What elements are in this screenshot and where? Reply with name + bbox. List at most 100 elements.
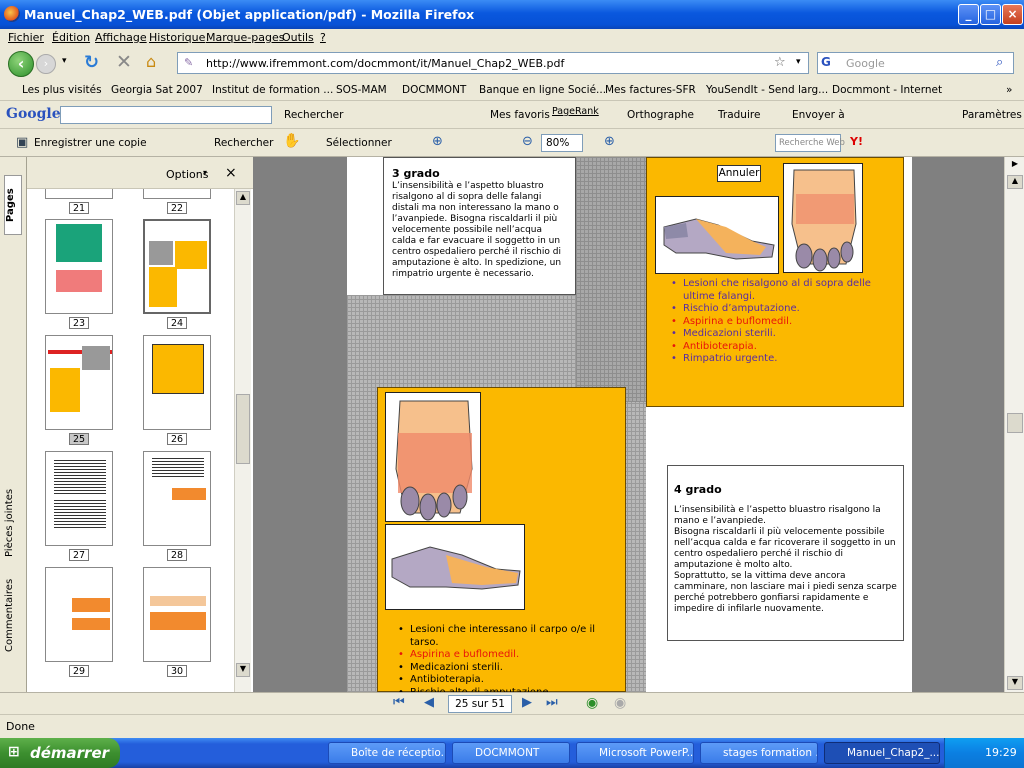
page-thumbnail[interactable]	[45, 335, 113, 430]
zoom-out-icon[interactable]: ⊖	[522, 134, 533, 149]
options-dropdown-icon[interactable]: ▾	[203, 168, 207, 177]
spelling-button[interactable]: Orthographe	[627, 109, 694, 121]
bookmark-item[interactable]: Institut de formation ...	[212, 84, 333, 96]
url-dropdown-icon[interactable]: ▾	[796, 57, 801, 67]
bookmark-item[interactable]: Georgia Sat 2007	[111, 84, 203, 96]
search-icon[interactable]: ⌕	[996, 55, 1003, 70]
bookmark-item[interactable]: Mes factures-SFR	[605, 84, 696, 96]
next-page-icon[interactable]: ▶	[522, 695, 532, 710]
search-box[interactable]: G Google ⌕	[817, 52, 1014, 74]
stop-icon[interactable]: ✕	[116, 51, 132, 73]
scrollbar-thumb[interactable]	[236, 394, 250, 464]
menu-affichage[interactable]: Affichage	[95, 31, 147, 44]
home-icon[interactable]: ⌂	[146, 52, 156, 71]
url-bar[interactable]: ✎ http://www.ifremmont.com/docmmont/it/M…	[177, 52, 809, 74]
bookmark-item[interactable]: DOCMMONT	[402, 84, 466, 96]
bookmark-item[interactable]: YouSendIt - Send larg...	[706, 84, 828, 96]
taskbar-item[interactable]: Boîte de réceptio...	[328, 742, 446, 764]
grade3-text: L’insensibilità e l’aspetto bluastro ris…	[392, 181, 562, 279]
grid-pattern	[576, 157, 646, 402]
panel-close-button[interactable]: ×	[225, 165, 237, 181]
zoom-in-icon[interactable]: ⊕	[604, 134, 615, 149]
reload-icon[interactable]: ↻	[84, 52, 99, 73]
translate-button[interactable]: Traduire	[718, 109, 760, 121]
more-bookmarks-icon[interactable]: »	[1006, 84, 1012, 96]
menu-marque-pages[interactable]: Marque-pages	[206, 31, 284, 44]
page-thumbnail[interactable]	[143, 219, 211, 314]
panel-scrollbar[interactable]: ▲ ▼	[234, 189, 251, 692]
menu-historique[interactable]: Historique	[149, 31, 205, 44]
panel-header: Options ▾ ×	[27, 157, 253, 189]
taskbar-item-active[interactable]: Manuel_Chap2_...	[824, 742, 940, 764]
tab-pages[interactable]: Pages	[4, 175, 22, 235]
go-forward-icon[interactable]: ◉	[614, 695, 626, 711]
page-thumbnail[interactable]	[45, 451, 113, 546]
list-item: Aspirina e buflomedil.	[671, 316, 901, 329]
select-tool-button[interactable]: Sélectionner	[326, 137, 392, 149]
maximize-button[interactable]: □	[980, 4, 1001, 25]
page-thumbnail[interactable]	[45, 567, 113, 662]
page-thumbnail[interactable]	[143, 189, 211, 199]
menu-outils[interactable]: Outils	[282, 31, 314, 44]
scroll-up-icon[interactable]: ▲	[1007, 175, 1023, 189]
history-dropdown-icon[interactable]: ▾	[62, 56, 67, 66]
menu-edition[interactable]: Édition	[52, 31, 90, 44]
back-button[interactable]: ‹	[8, 51, 34, 77]
bookmark-item[interactable]: Les plus visités	[22, 84, 102, 96]
zoom-icon[interactable]: ⊕	[432, 134, 443, 149]
status-bar: Done	[0, 714, 1024, 738]
taskbar-item[interactable]: Microsoft PowerP...	[576, 742, 694, 764]
bookmark-item[interactable]: SOS-MAM	[336, 84, 387, 96]
web-search-input[interactable]: Recherche Web	[775, 134, 845, 152]
zoom-field[interactable]: 80%	[541, 134, 583, 152]
annuler-button[interactable]: Annuler	[717, 165, 761, 182]
pdf-toolbar: ▣ Enregistrer une copie Rechercher ✋ Sél…	[0, 129, 1024, 157]
document-scrollbar[interactable]: ▶ ▲ ▼	[1004, 157, 1024, 692]
page-thumbnail[interactable]	[45, 189, 113, 199]
menu-help[interactable]: ?	[320, 31, 326, 44]
go-back-icon[interactable]: ◉	[586, 695, 598, 711]
google-toolbar: Google Rechercher Mes favoris PageRank O…	[0, 101, 1024, 129]
google-search-input[interactable]	[60, 106, 272, 124]
list-item: Medicazioni sterili.	[671, 328, 901, 341]
title-bar: Manuel_Chap2_WEB.pdf (Objet application/…	[0, 0, 1024, 29]
document-view[interactable]: 3 grado L’insensibilità e l’aspetto blua…	[253, 157, 1004, 699]
bookmark-item[interactable]: Banque en ligne Socié...	[479, 84, 606, 96]
settings-button[interactable]: Paramètres	[962, 109, 1022, 121]
forward-button[interactable]: ›	[36, 54, 56, 74]
scroll-down-icon[interactable]: ▼	[236, 663, 250, 677]
previous-page-icon[interactable]: ◀	[424, 695, 434, 710]
bookmark-item[interactable]: Docmmont - Internet	[832, 84, 942, 96]
list-item: Rischio d’amputazione.	[671, 303, 901, 316]
page-number: 29	[69, 665, 89, 677]
taskbar-item[interactable]: stages formation ...	[700, 742, 818, 764]
yahoo-icon[interactable]: Y!	[850, 135, 863, 148]
page-number-field[interactable]: 25 sur 51	[448, 695, 512, 713]
page-thumbnail[interactable]	[45, 219, 113, 314]
search-pdf-button[interactable]: Rechercher	[214, 137, 273, 149]
page-thumbnail[interactable]	[143, 567, 211, 662]
start-button[interactable]: ⊞ démarrer	[0, 738, 120, 768]
scroll-down-icon[interactable]: ▼	[1007, 676, 1023, 690]
save-copy-button[interactable]: Enregistrer une copie	[34, 137, 147, 149]
favorites-button[interactable]: Mes favoris	[490, 109, 550, 121]
page-thumbnail[interactable]	[143, 335, 211, 430]
page-nav-right-icon[interactable]: ▶	[1007, 159, 1023, 173]
tab-comments[interactable]: Commentaires	[4, 575, 22, 655]
scroll-up-icon[interactable]: ▲	[236, 191, 250, 205]
google-search-button[interactable]: Rechercher	[284, 109, 343, 121]
page-thumbnail[interactable]	[143, 451, 211, 546]
send-button[interactable]: Envoyer à	[792, 109, 845, 121]
save-icon[interactable]: ▣	[16, 135, 28, 150]
scrollbar-thumb[interactable]	[1007, 413, 1023, 433]
hand-tool-icon[interactable]: ✋	[283, 133, 300, 149]
tab-attachments[interactable]: Pièces jointes	[4, 483, 22, 563]
first-page-icon[interactable]: ⏮	[393, 695, 405, 710]
last-page-icon[interactable]: ⏭	[546, 695, 558, 710]
bookmark-star-icon[interactable]: ☆	[774, 55, 786, 70]
close-button[interactable]: ×	[1002, 4, 1023, 25]
google-engine-icon[interactable]: G	[821, 55, 831, 69]
minimize-button[interactable]: _	[958, 4, 979, 25]
taskbar-item[interactable]: DOCMMONT	[452, 742, 570, 764]
menu-fichier[interactable]: Fichier	[8, 31, 44, 44]
